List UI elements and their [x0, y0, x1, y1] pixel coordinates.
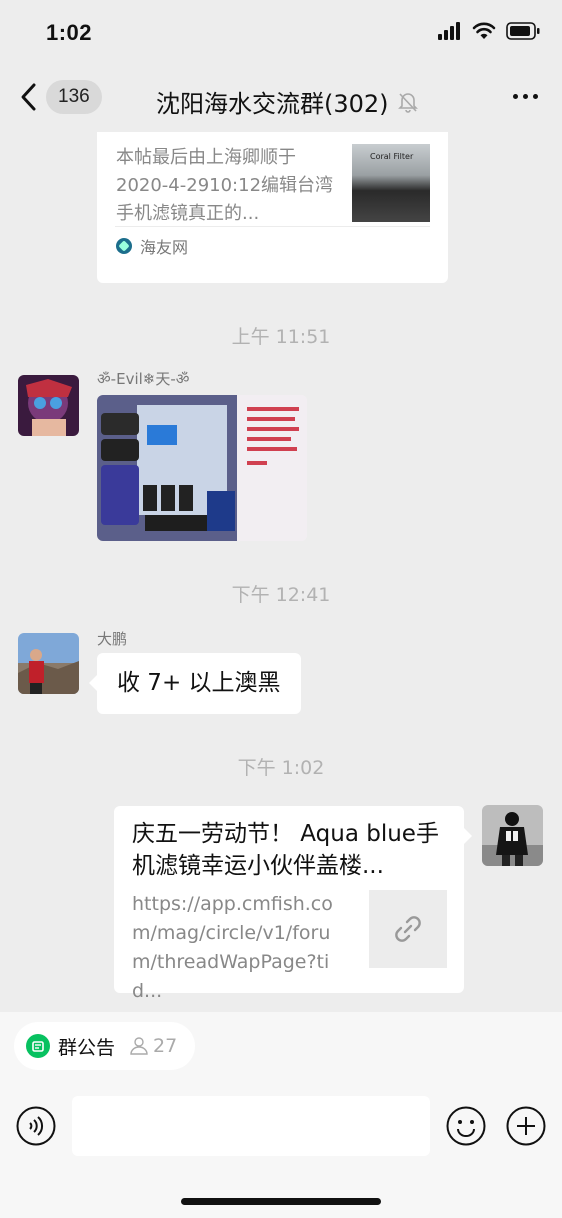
- image-message[interactable]: [97, 395, 307, 541]
- chat-area[interactable]: 本帖最后由上海卿顺于2020-4-2910:12编辑台湾手机滤镜真正的... C…: [0, 132, 562, 1012]
- voice-button[interactable]: [16, 1106, 56, 1150]
- article-description: 本帖最后由上海卿顺于2020-4-2910:12编辑台湾手机滤镜真正的...: [116, 147, 334, 224]
- article-thumbnail: Coral Filter: [352, 144, 430, 222]
- message-input[interactable]: [72, 1096, 430, 1156]
- more-icon[interactable]: [513, 94, 538, 99]
- emoji-button[interactable]: [446, 1106, 486, 1150]
- text-message[interactable]: 收 7+ 以上澳黑: [89, 653, 301, 714]
- chat-title: 沈阳海水交流群(302): [156, 84, 419, 119]
- home-indicator[interactable]: [181, 1198, 381, 1205]
- link-icon: [395, 916, 421, 942]
- my-avatar[interactable]: [482, 805, 543, 866]
- unread-badge: 136: [46, 80, 102, 114]
- signal-icon: [438, 22, 460, 40]
- avatar[interactable]: [18, 375, 79, 436]
- nav-bar: 136 沈阳海水交流群(302): [0, 66, 562, 132]
- member-count: 27: [129, 1035, 177, 1057]
- back-chevron-icon: [21, 83, 36, 111]
- mute-bell-icon: [397, 92, 418, 113]
- shared-article-card[interactable]: 本帖最后由上海卿顺于2020-4-2910:12编辑台湾手机滤镜真正的... C…: [97, 132, 448, 283]
- input-row: [0, 1096, 562, 1156]
- status-icons: [438, 22, 540, 40]
- article-source: 海友网: [116, 234, 188, 258]
- timestamp: 上午 11:51: [231, 326, 331, 348]
- source-logo-icon: [116, 238, 132, 254]
- emoji-icon: [446, 1106, 486, 1146]
- battery-icon: [506, 22, 540, 40]
- timestamp: 下午 12:41: [231, 584, 331, 606]
- link-thumbnail: [369, 890, 447, 968]
- status-time: 1:02: [46, 20, 93, 45]
- link-title: 庆五一劳动节！ Aqua blue手机滤镜幸运小伙伴盖楼...: [132, 821, 439, 879]
- divider: [115, 226, 430, 227]
- back-button[interactable]: 136: [20, 80, 102, 114]
- timestamp: 下午 1:02: [237, 757, 325, 779]
- member-count-value: 27: [153, 1035, 178, 1057]
- voice-icon: [16, 1106, 56, 1146]
- group-notice-button[interactable]: 群公告 27: [14, 1022, 196, 1070]
- notice-label: 群公告: [58, 1036, 116, 1059]
- source-name: 海友网: [140, 238, 189, 257]
- sender-name: 大鹏: [97, 630, 128, 648]
- more-actions-button[interactable]: [506, 1106, 546, 1150]
- wifi-icon: [472, 22, 496, 39]
- notice-icon: [26, 1034, 50, 1058]
- link-message-card[interactable]: 庆五一劳动节！ Aqua blue手机滤镜幸运小伙伴盖楼... https://…: [114, 806, 472, 1002]
- person-icon: [130, 1037, 148, 1055]
- bottom-bar: 群公告 27: [0, 1012, 562, 1218]
- status-bar: 1:02: [0, 0, 562, 66]
- plus-icon: [506, 1106, 546, 1146]
- thumbnail-text: Coral Filter: [370, 152, 414, 161]
- chat-title-text: 沈阳海水交流群(302): [156, 90, 389, 118]
- avatar[interactable]: [18, 633, 79, 694]
- sender-name: ॐ-Evil❄天-ॐ: [97, 370, 190, 388]
- link-url: https://app.cmfish.com/mag/circle/v1/for…: [132, 893, 333, 1002]
